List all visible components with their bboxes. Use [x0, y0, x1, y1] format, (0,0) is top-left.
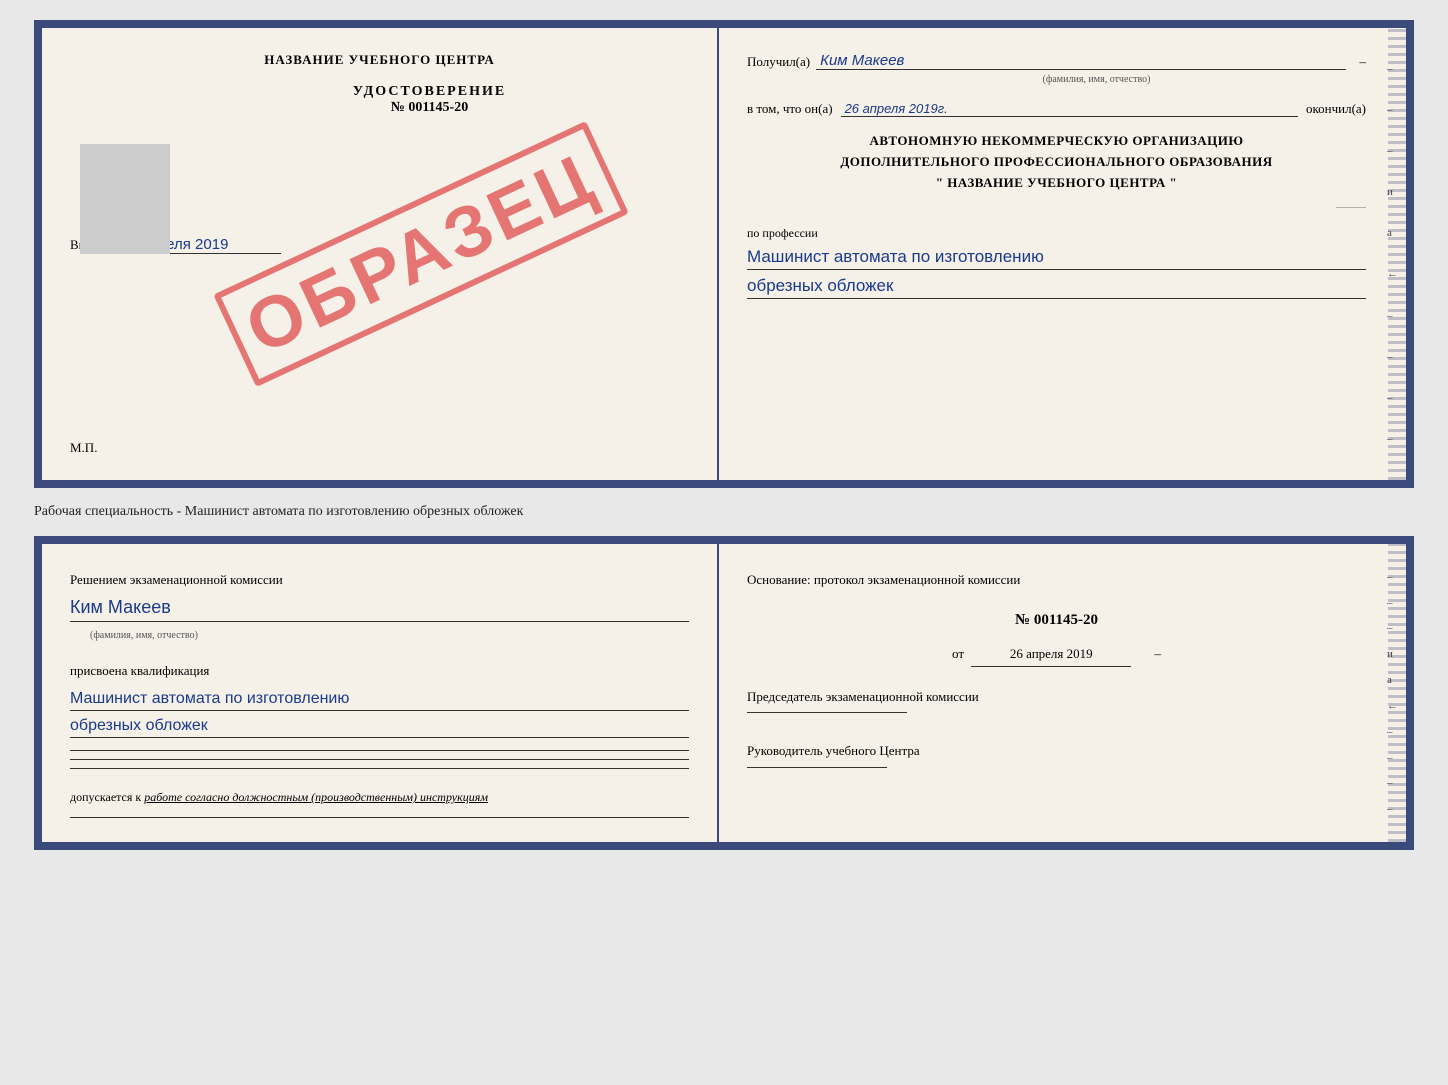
protocol-date: от 26 апреля 2019 – [747, 642, 1366, 666]
date-prefix: от [952, 646, 964, 661]
in-that-line: в том, что он(а) 26 апреля 2019г. окончи… [747, 101, 1366, 117]
photo-placeholder [80, 144, 170, 254]
head-signature-line [747, 767, 887, 768]
faint-text: ––––– [747, 199, 1366, 214]
cert-number: № 001145-20 [170, 100, 689, 116]
profession-label: по профессии [747, 226, 1366, 241]
top-left-title: НАЗВАНИЕ УЧЕБНОГО ЦЕНТРА [70, 52, 689, 68]
qual-line2: обрезных обложек [70, 715, 689, 738]
description-line: Рабочая специальность - Машинист автомат… [34, 504, 1414, 520]
received-field: Получил(а) Ким Макеев – [747, 52, 1366, 70]
org-line3: " НАЗВАНИЕ УЧЕБНОГО ЦЕНТРА " [747, 173, 1366, 194]
bottom-document: Решением экзаменационной комиссии Ким Ма… [34, 536, 1414, 850]
profession-line1: Машинист автомата по изготовлению [747, 245, 1366, 270]
org-line1: АВТОНОМНУЮ НЕКОММЕРЧЕСКУЮ ОРГАНИЗАЦИЮ [747, 131, 1366, 152]
cert-label: УДОСТОВЕРЕНИЕ [170, 84, 689, 100]
date-value: 26 апреля 2019 [971, 642, 1131, 666]
org-line2: ДОПОЛНИТЕЛЬНОГО ПРОФЕССИОНАЛЬНОГО ОБРАЗО… [747, 152, 1366, 173]
allowed-label: допускается к [70, 790, 141, 804]
right-dashes: – – – и а ← – – – – [1387, 28, 1398, 480]
blank-line3 [70, 768, 689, 769]
in-that-date: 26 апреля 2019г. [841, 101, 1298, 117]
basis-label: Основание: протокол экзаменационной коми… [747, 568, 1366, 591]
allowed-line: допускается к работе согласно должностны… [70, 785, 689, 809]
blank-line4 [70, 817, 689, 818]
protocol-number: № 001145-20 [747, 607, 1366, 634]
bottom-doc-right: Основание: протокол экзаменационной коми… [719, 544, 1406, 842]
profession-line2: обрезных обложек [747, 274, 1366, 299]
org-block: АВТОНОМНУЮ НЕКОММЕРЧЕСКУЮ ОРГАНИЗАЦИЮ ДО… [747, 131, 1366, 193]
chair-signature-line [747, 712, 907, 713]
mp-label: М.П. [70, 440, 689, 456]
received-label: Получил(а) [747, 54, 810, 70]
obrazec-watermark: ОБРАЗЕЦ [213, 121, 629, 387]
bottom-name: Ким Макеев [70, 595, 689, 621]
dash1: – [1360, 54, 1367, 70]
assigned-label: присвоена квалификация [70, 658, 689, 684]
bottom-doc-left: Решением экзаменационной комиссии Ким Ма… [42, 544, 719, 842]
top-doc-left: НАЗВАНИЕ УЧЕБНОГО ЦЕНТРА УДОСТОВЕРЕНИЕ №… [42, 28, 719, 480]
allowed-text: работе согласно должностным (производств… [144, 790, 488, 804]
chair-label: Председатель экзаменационной комиссии [747, 687, 1366, 707]
name-hint-top: (фамилия, имя, отчество) [827, 74, 1366, 85]
watermark-area: УДОСТОВЕРЕНИЕ № 001145-20 ОБРАЗЕЦ Выдано… [70, 84, 689, 424]
top-document: НАЗВАНИЕ УЧЕБНОГО ЦЕНТРА УДОСТОВЕРЕНИЕ №… [34, 20, 1414, 488]
finished-label: окончил(а) [1306, 101, 1366, 117]
date-dash: – [1155, 646, 1162, 661]
in-that-label: в том, что он(а) [747, 101, 833, 117]
decision-label: Решением экзаменационной комиссии [70, 568, 689, 591]
top-doc-right: Получил(а) Ким Макеев – (фамилия, имя, о… [719, 28, 1406, 480]
bottom-right-dashes: – – – и а ← – – – – [1387, 544, 1398, 842]
qual-line1: Машинист автомата по изготовлению [70, 688, 689, 711]
blank-line1 [70, 750, 689, 751]
blank-line2 [70, 759, 689, 760]
bottom-name-hint: (фамилия, имя, отчество) [90, 626, 689, 646]
received-name: Ким Макеев [816, 52, 1345, 70]
head-label: Руководитель учебного Центра [747, 741, 1366, 761]
